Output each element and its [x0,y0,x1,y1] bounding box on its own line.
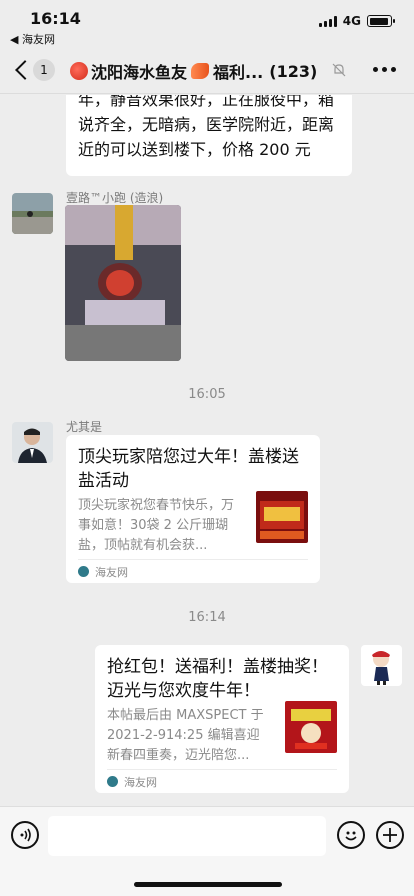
timestamp: 16:05 [188,387,226,402]
card-thumbnail [285,701,337,753]
card-description: 顶尖玩家祝您春节快乐，万事如意！30袋 2 公斤珊瑚盐，顶帖就有机会获... [78,498,235,553]
avatar-sender2[interactable] [12,422,53,463]
emoji-button[interactable] [337,821,365,849]
card-source-label: 海友网 [124,775,157,789]
status-time: 16:14 [30,9,81,28]
chat-title-part2: 福利... [213,63,264,82]
signal-icon [318,15,337,27]
voice-icon [20,828,31,842]
link-card[interactable]: 顶尖玩家陪您过大年！盖楼送盐活动 顶尖玩家祝您春节快乐，万事如意！30袋 2 公… [66,435,320,583]
more-options-icon[interactable] [373,67,396,72]
card-description: 本帖最后由 MAXSPECT 于 2021-2-914:25 编辑喜迎新春四重奏… [107,708,264,763]
message-list[interactable]: 年，静音效果很好，正在服役中，箱说齐全，无暗病，医学院附近，距离近的可以送到楼下… [0,95,414,806]
avatar-sender1[interactable] [12,193,53,234]
plus-icon [383,828,397,842]
ping-pong-emoji-icon [70,62,88,80]
source-logo-icon [78,566,89,577]
member-count: (123) [269,61,318,81]
back-to-app-link[interactable]: ◀ 海友网 [10,31,55,47]
mute-bell-icon [332,63,346,77]
card-source: 海友网 [78,559,308,583]
card-source-label: 海友网 [95,565,128,579]
link-card-sent[interactable]: 抢红包！送福利！盖楼抽奖！迈光与您欢度牛年！ 本帖最后由 MAXSPECT 于 … [95,645,349,793]
voice-input-button[interactable] [11,821,39,849]
home-indicator [134,882,282,887]
avatar-self[interactable] [361,645,402,686]
message-input[interactable] [48,816,326,856]
network-label: 4G [342,14,361,28]
timestamp: 16:14 [188,610,226,625]
chat-title-part1: 沈阳海水鱼友 [91,63,188,82]
unread-count-badge[interactable]: 1 [33,59,55,81]
sender-name: 壹路™小跑 (造浪) [66,191,164,205]
shrimp-emoji-icon [191,63,210,79]
status-bar: 16:14 ◀ 海友网 4G [0,0,414,46]
chat-header: 1 沈阳海水鱼友 福利... (123) [0,46,414,94]
card-source: 海友网 [107,769,337,793]
battery-icon [367,15,395,27]
status-indicators: 4G [318,14,395,28]
card-thumbnail [256,491,308,543]
source-logo-icon [107,776,118,787]
card-title: 抢红包！送福利！盖楼抽奖！迈光与您欢度牛年！ [107,657,328,701]
image-message[interactable] [65,205,181,361]
back-arrow-icon[interactable] [12,58,32,82]
chat-title: 沈阳海水鱼友 福利... (123) [70,59,360,83]
card-title: 顶尖玩家陪您过大年！盖楼送盐活动 [78,447,299,491]
text-message-bubble[interactable]: 年，静音效果很好，正在服役中，箱说齐全，无暗病，医学院附近，距离近的可以送到楼下… [66,95,352,176]
more-actions-button[interactable] [376,821,404,849]
smiley-icon [345,831,357,841]
sender-name: 尤其是 [66,420,103,434]
